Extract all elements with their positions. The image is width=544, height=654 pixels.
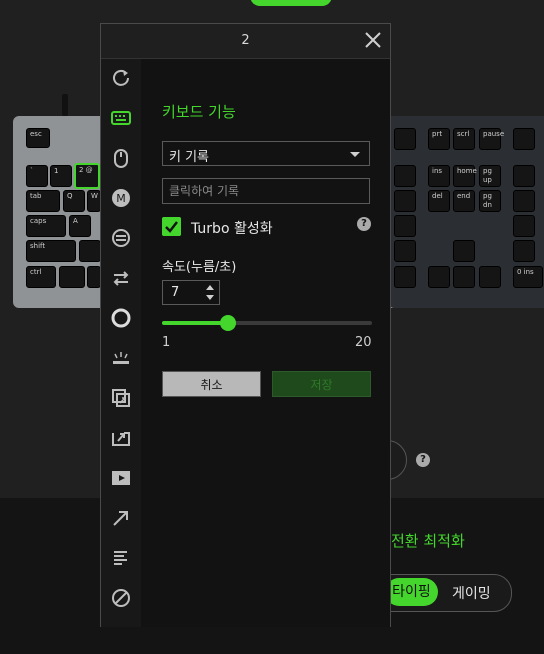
key-up[interactable] — [453, 240, 475, 262]
key-shift[interactable]: shift — [26, 240, 76, 262]
key-num0[interactable]: 0 ins — [513, 266, 543, 288]
function-select[interactable]: 키 기록 — [162, 141, 370, 166]
speed-label: 속도(누름/초) — [162, 260, 237, 275]
key-pause[interactable]: pause — [479, 128, 504, 150]
multimedia-icon[interactable] — [110, 467, 132, 489]
key-pgup[interactable]: pg up — [479, 165, 501, 187]
key-backslash[interactable] — [394, 190, 416, 212]
keyboard-icon[interactable] — [110, 107, 132, 129]
key-ins[interactable]: ins — [428, 165, 450, 187]
slider-fill — [162, 321, 229, 325]
key-right[interactable] — [479, 266, 501, 288]
launch-program-icon[interactable] — [110, 427, 132, 449]
function-rail: M — [101, 59, 141, 627]
svg-text:M: M — [116, 192, 126, 205]
reset-icon[interactable] — [110, 66, 132, 88]
optimization-title: 전환 최적화 — [391, 532, 465, 550]
section-title: 키보드 기능 — [162, 103, 236, 121]
dialog-title: 2 — [241, 33, 250, 48]
key-win[interactable] — [59, 266, 85, 288]
key-rshift[interactable] — [394, 240, 416, 262]
key-esc[interactable]: esc — [26, 128, 50, 148]
key-num4[interactable] — [513, 215, 535, 237]
slider-min-label: 1 — [162, 335, 171, 350]
stepper-down-icon[interactable] — [206, 295, 214, 300]
key-tab[interactable]: tab — [26, 190, 60, 212]
dialog-content: 키보드 기능 키 기록 Turbo 활성화 ? 속도(누름/초) 7 1 20 … — [141, 59, 390, 627]
mouse-icon[interactable] — [110, 147, 132, 169]
cancel-button[interactable]: 취소 — [162, 371, 261, 397]
slider-max-label: 20 — [355, 335, 372, 350]
dialog-header: 2 — [101, 24, 390, 59]
hypershift-icon[interactable] — [110, 227, 132, 249]
key-z[interactable] — [79, 240, 101, 262]
mode-gaming-button[interactable]: 게이밍 — [452, 583, 491, 603]
slider-thumb[interactable] — [220, 315, 237, 331]
shortcut-icon[interactable] — [110, 507, 132, 529]
stepper-up-icon[interactable] — [206, 285, 214, 290]
key-num7[interactable] — [513, 190, 535, 212]
key-end[interactable]: end — [453, 190, 475, 212]
key-2-selected[interactable]: 2 @ — [74, 163, 100, 189]
key-backspace[interactable] — [394, 165, 416, 187]
key-pgdn[interactable]: pg dn — [479, 190, 501, 212]
top-accent-button[interactable] — [250, 0, 332, 6]
key-scrl[interactable]: scrl — [453, 128, 475, 150]
help-icon[interactable]: ? — [357, 217, 371, 231]
help-icon-background[interactable]: ? — [416, 453, 430, 467]
key-a[interactable]: A — [69, 215, 91, 237]
key-1[interactable]: 1 — [50, 165, 72, 187]
speed-value: 7 — [171, 285, 180, 300]
key-assign-dialog: 2 M 키보드 기능 키 기록 클릭하여 기록 Turbo 활성화 ? 속도(누… — [100, 23, 391, 627]
key-left[interactable] — [428, 266, 450, 288]
disable-icon[interactable] — [110, 587, 132, 609]
mode-typing-button[interactable]: 타이핑 — [385, 578, 438, 606]
key-down[interactable] — [453, 266, 475, 288]
keyboard-cable — [62, 94, 68, 116]
key-numlock[interactable] — [513, 165, 535, 187]
key-media[interactable] — [513, 128, 535, 150]
macro-icon[interactable]: M — [110, 187, 132, 209]
key-q[interactable]: Q — [63, 190, 85, 212]
speed-slider[interactable] — [162, 315, 372, 331]
key-caps[interactable]: caps — [26, 215, 66, 237]
key-record-input[interactable] — [162, 178, 370, 204]
turbo-label: Turbo 활성화 — [191, 221, 273, 237]
caret-down-icon — [350, 152, 360, 157]
key-backtick[interactable]: ` — [26, 165, 48, 187]
key-num1[interactable] — [513, 240, 535, 262]
text-function-icon[interactable] — [110, 547, 132, 569]
switch-profile-icon[interactable] — [110, 267, 132, 289]
key-w[interactable]: W — [87, 190, 101, 212]
key-alt[interactable] — [87, 266, 101, 288]
inter-device-icon[interactable] — [110, 387, 132, 409]
key-enter[interactable] — [394, 215, 416, 237]
turbo-checkbox[interactable] — [162, 217, 181, 236]
function-select-value: 키 기록 — [169, 150, 210, 165]
close-icon[interactable] — [363, 30, 383, 50]
speed-stepper[interactable]: 7 — [162, 280, 220, 305]
key-f12[interactable] — [394, 128, 416, 150]
key-home[interactable]: home — [453, 165, 477, 187]
save-button[interactable]: 저장 — [272, 371, 371, 397]
key-del[interactable]: del — [428, 190, 450, 212]
lighting-icon[interactable] — [110, 307, 132, 329]
key-ctrl[interactable]: ctrl — [26, 266, 56, 288]
key-rctrl[interactable] — [394, 266, 416, 288]
key-prt[interactable]: prt — [428, 128, 450, 150]
backlight-icon[interactable] — [110, 347, 132, 369]
